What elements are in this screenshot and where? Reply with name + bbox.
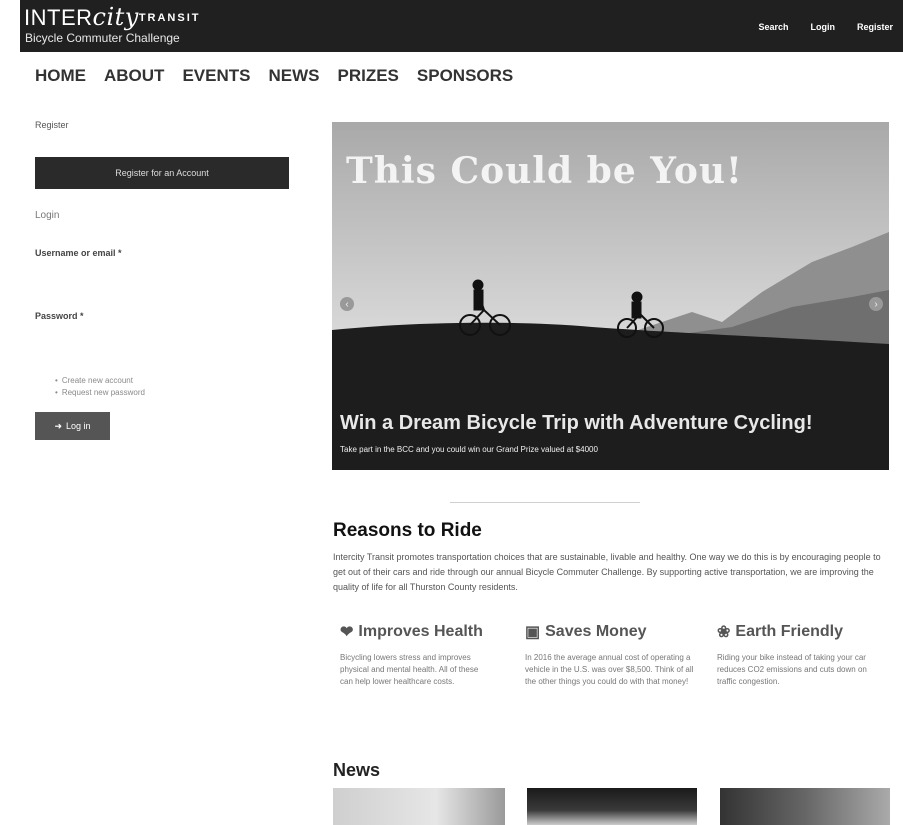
logo-city: city: [92, 3, 139, 31]
register-account-button[interactable]: Register for an Account: [35, 157, 289, 189]
news-thumbnail-2[interactable]: [527, 788, 697, 825]
logo-inter: INTER: [24, 5, 93, 30]
top-links: Search Login Register: [758, 22, 893, 32]
account-links: Create new account Request new password: [55, 375, 145, 399]
chevron-left-icon: ‹: [345, 298, 349, 310]
reason-earth-text: Riding your bike instead of taking your …: [717, 653, 867, 686]
reason-earth: ❀ Earth Friendly Riding your bike instea…: [717, 622, 887, 688]
password-label: Password *: [35, 311, 84, 321]
reason-money-heading: ▣ Saves Money: [525, 622, 695, 642]
reason-money-title: Saves Money: [545, 623, 647, 640]
leaf-icon: ❀: [717, 624, 731, 641]
slider-prev-button[interactable]: ‹: [340, 297, 354, 311]
intercity-transit-logo[interactable]: INTERcityTRANSIT: [24, 3, 201, 31]
hero-slider[interactable]: This Could be You! ‹ › Win a Dream Bicyc…: [332, 122, 889, 470]
slider-next-button[interactable]: ›: [869, 297, 883, 311]
reason-earth-heading: ❀ Earth Friendly: [717, 622, 887, 642]
login-button[interactable]: ➜ Log in: [35, 412, 110, 440]
login-button-label: Log in: [66, 421, 91, 431]
logo-transit: TRANSIT: [138, 12, 201, 24]
nav-events[interactable]: EVENTS: [182, 66, 250, 86]
register-heading: Register: [35, 120, 69, 130]
slide-caption-title: Win a Dream Bicycle Trip with Adventure …: [340, 412, 813, 434]
chevron-right-icon: ›: [874, 298, 878, 310]
reason-money: ▣ Saves Money In 2016 the average annual…: [525, 622, 695, 688]
news-thumbnail-1[interactable]: [333, 788, 505, 825]
reason-health-heading: ❤ Improves Health: [340, 622, 510, 642]
section-divider: [450, 502, 640, 503]
login-link[interactable]: Login: [810, 22, 835, 32]
reason-earth-title: Earth Friendly: [735, 623, 843, 640]
slide-caption-text: Take part in the BCC and you could win o…: [340, 445, 598, 454]
main-nav: HOME ABOUT EVENTS NEWS PRIZES SPONSORS: [35, 66, 513, 86]
create-account-link[interactable]: Create new account: [55, 375, 145, 387]
register-link[interactable]: Register: [857, 22, 893, 32]
site-header: INTERcityTRANSIT Bicycle Commuter Challe…: [20, 0, 903, 52]
reason-money-text: In 2016 the average annual cost of opera…: [525, 653, 694, 686]
heartbeat-icon: ❤: [340, 624, 354, 641]
request-password-link[interactable]: Request new password: [55, 387, 145, 399]
nav-sponsors[interactable]: SPONSORS: [417, 66, 513, 86]
search-link[interactable]: Search: [758, 22, 788, 32]
site-subtitle: Bicycle Commuter Challenge: [25, 31, 180, 45]
nav-home[interactable]: HOME: [35, 66, 86, 86]
news-title: News: [333, 760, 381, 780]
nav-about[interactable]: ABOUT: [104, 66, 164, 86]
nav-prizes[interactable]: PRIZES: [337, 66, 398, 86]
reason-health: ❤ Improves Health Bicycling lowers stres…: [340, 622, 510, 688]
reasons-title: Reasons to Ride: [333, 520, 482, 541]
money-icon: ▣: [525, 624, 541, 641]
reasons-text: Intercity Transit promotes transportatio…: [333, 552, 881, 592]
login-heading: Login: [35, 210, 60, 221]
username-label: Username or email *: [35, 248, 122, 258]
nav-news[interactable]: NEWS: [268, 66, 319, 86]
reason-health-title: Improves Health: [358, 623, 483, 640]
news-thumbnail-3[interactable]: [720, 788, 890, 825]
sidebar: Register Register for an Account Login U…: [35, 120, 290, 440]
sign-in-icon: ➜: [54, 420, 62, 431]
reason-health-text: Bicycling lowers stress and improves phy…: [340, 653, 479, 686]
slide-headline: This Could be You!: [346, 150, 743, 192]
